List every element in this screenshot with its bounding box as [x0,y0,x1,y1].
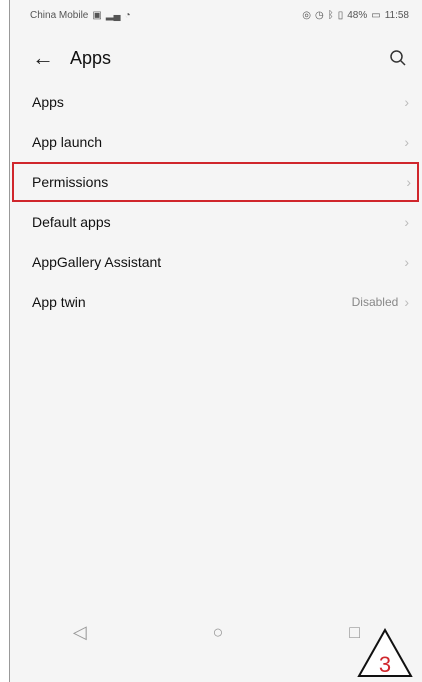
wifi-icon: ◔ [124,9,131,21]
search-icon[interactable] [387,47,409,69]
alarm-icon: ◷ [314,9,324,21]
phone-screen: China Mobile ▣ ▂▄ ◔ ◎ ◷ ᛒ ▯ 48% ▭ 11:58 … [9,0,422,682]
list-item-label: Default apps [32,214,111,230]
nfc-icon: ◎ [302,9,311,21]
chevron-right-icon: › [404,134,409,150]
list-item-apps[interactable]: Apps › [10,82,422,122]
battery-icon: ▭ [371,9,381,21]
page-title: Apps [70,47,112,68]
bluetooth-icon: ᛒ [327,9,334,21]
back-arrow-icon[interactable]: ← [32,47,60,69]
list-item-label: AppGallery Assistant [32,254,162,270]
vibrate-icon: ▯ [337,9,344,21]
step-number: 3 [379,652,391,677]
status-left: China Mobile ▣ ▂▄ ◔ [30,10,131,21]
step-number-triangle: 3 [357,628,413,677]
chevron-right-icon: › [404,214,409,230]
home-nav-icon[interactable]: ○ [213,622,224,643]
sim-icon: ▣ [92,9,102,21]
battery-percent: 48% [347,9,368,21]
list-item-app-launch[interactable]: App launch › [10,122,422,162]
list-item-label: Apps [32,94,64,110]
list-item-label: Permissions [32,174,109,190]
chevron-right-icon: › [404,294,409,310]
app-twin-status: Disabled [351,295,399,309]
status-bar: China Mobile ▣ ▂▄ ◔ ◎ ◷ ᛒ ▯ 48% ▭ 11:58 [10,0,422,30]
settings-list: Apps › App launch › Permissions › Defaul… [10,82,422,322]
clock: 11:58 [384,9,409,21]
status-right: ◎ ◷ ᛒ ▯ 48% ▭ 11:58 [302,10,409,21]
list-item-label: App twin [32,294,86,310]
app-bar: ← Apps [10,34,422,82]
list-item-appgallery-assistant[interactable]: AppGallery Assistant › [10,242,422,282]
back-nav-icon[interactable]: ◁ [73,622,87,643]
chevron-right-icon: › [406,174,411,190]
list-item-default-apps[interactable]: Default apps › [10,202,422,242]
list-item-app-twin[interactable]: App twin Disabled › [10,282,422,322]
list-item-label: App launch [32,134,103,150]
signal-icon: ▂▄ [105,9,121,21]
chevron-right-icon: › [404,94,409,110]
carrier-label: China Mobile [30,9,89,21]
list-item-permissions[interactable]: Permissions › [12,162,419,202]
chevron-right-icon: › [404,254,409,270]
